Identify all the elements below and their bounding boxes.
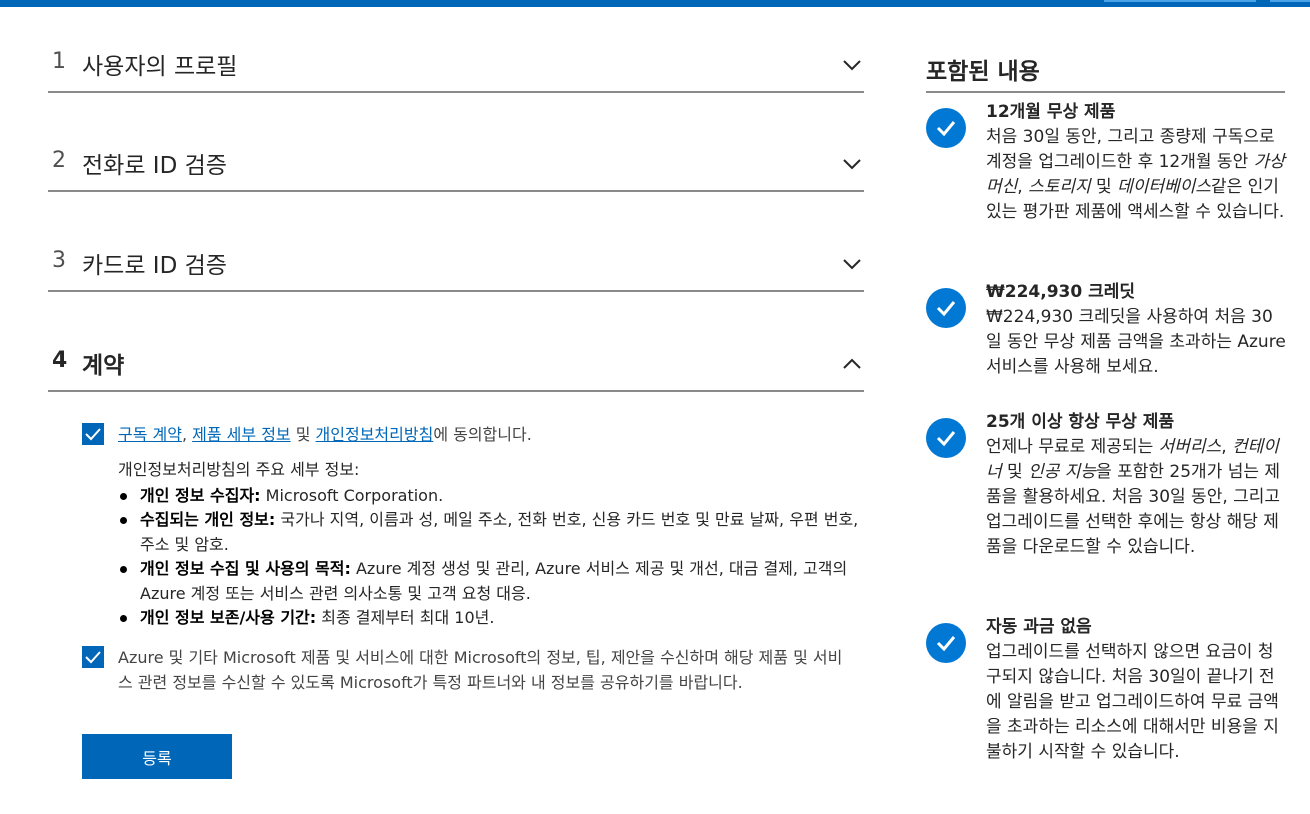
marketing-consent-text: Azure 및 기타 Microsoft 제품 및 서비스에 대한 Micros… [118,648,843,692]
step-title: 카드로 ID 검증 [82,253,227,279]
benefit-text: 25개 이상 항상 무상 제품 언제나 무료로 제공되는 서버리스, 컨테이너 및… [986,410,1286,560]
agreement-checkbox[interactable] [82,423,104,445]
offer-details-link[interactable]: 제품 세부 정보 [192,425,291,444]
privacy-summary: 개인정보처리방침의 주요 세부 정보: 개인 정보 수집자: Microsoft… [118,458,863,631]
step-title: 계약 [82,353,125,379]
step-title: 사용자의 프로필 [82,54,238,80]
privacy-item-label: 개인 정보 수집 및 사용의 목적: [140,559,351,578]
privacy-item-text: Microsoft Corporation. [260,485,444,505]
benefit-text: ₩224,930 크레딧 ₩224,930 크레딧을 사용하여 처음 30일 동안… [986,280,1286,380]
benefit-emphasis: 데이터베이스 [1117,177,1211,197]
benefit-desc: 언제나 무료로 제공되는 [986,437,1159,457]
consent-suffix: 에 동의합니다. [433,425,532,444]
sign-up-button[interactable]: 등록 [82,734,232,779]
privacy-item: 수집되는 개인 정보: 국가나 지역, 이름과 성, 메일 주소, 전화 번호,… [118,508,863,557]
benefit-emphasis: 인공 지능 [1028,462,1097,482]
benefit-desc: 및 [1001,462,1029,482]
privacy-item-label: 수집되는 개인 정보: [140,510,276,529]
privacy-item-label: 개인 정보 보존/사용 기간: [140,608,317,627]
checkmark-icon [85,428,101,441]
agreement-consent-text: 구독 계약, 제품 세부 정보 및 개인정보처리방침에 동의합니다. [118,423,532,447]
benefit-desc: , [1017,177,1029,197]
privacy-item: 개인 정보 보존/사용 기간: 최종 결제부터 최대 10년. [118,606,863,631]
checkmark-icon [85,651,101,664]
separator-text: 및 [290,425,316,444]
privacy-item-text: 최종 결제부터 최대 10년. [316,608,495,627]
check-circle-icon [926,623,966,663]
benefit-emphasis: 서버리스 [1158,437,1222,457]
privacy-policy-link[interactable]: 개인정보처리방침 [316,425,434,444]
check-circle-icon [926,108,966,148]
benefit-text: 자동 과금 없음업그레이드를 선택하지 않으면 요금이 청구되지 않습니다. 처… [986,615,1286,765]
privacy-item: 개인 정보 수집 및 사용의 목적: Azure 계정 생성 및 관리, Azu… [118,557,863,606]
benefit-desc: ₩224,930 크레딧을 사용하여 처음 30일 동안 무상 제품 금액을 초… [986,307,1286,377]
subscription-agreement-link[interactable]: 구독 계약 [118,425,182,444]
chevron-down-icon[interactable] [842,55,862,75]
benefit-emphasis: 스토리지 [1028,177,1091,197]
benefit-title: 자동 과금 없음 [986,617,1092,637]
benefit-desc: 처음 30일 동안, 그리고 종량제 구독으로 계정을 업그레이드한 후 12개… [986,127,1275,172]
benefit-title: ₩224,930 크레딧 [986,282,1136,302]
step-number: 2 [52,148,66,173]
included-heading: 포함된 내용 [926,52,1285,93]
benefit-desc: 업그레이드를 선택하지 않으면 요금이 청구되지 않습니다. 처음 30일이 끝… [986,642,1279,762]
chevron-down-icon[interactable] [842,254,862,274]
marketing-consent-checkbox[interactable] [82,646,104,668]
top-bar-highlight [1104,0,1256,2]
check-circle-icon [926,288,966,328]
privacy-list: 개인 정보 수집자: Microsoft Corporation. 수집되는 개… [118,484,863,631]
step-number: 1 [52,49,66,74]
check-circle-icon [926,418,966,458]
privacy-item: 개인 정보 수집자: Microsoft Corporation. [118,484,863,509]
top-bar-highlight [1270,0,1310,2]
step-number: 3 [52,248,66,273]
step-card-verification[interactable]: 3 카드로 ID 검증 [48,242,864,292]
benefit-title: 12개월 무상 제품 [986,102,1116,122]
step-title: 전화로 ID 검증 [82,153,227,179]
top-accent-bar [0,0,1310,7]
step-agreement[interactable]: 4 계약 [48,342,864,392]
step-number: 4 [52,348,68,373]
benefit-text: 12개월 무상 제품처음 30일 동안, 그리고 종량제 구독으로 계정을 업그… [986,100,1286,225]
benefit-title: 25개 이상 항상 무상 제품 [986,412,1175,432]
chevron-up-icon[interactable] [842,354,862,374]
privacy-item-label: 개인 정보 수집자: [140,485,261,505]
benefit-desc: , [1221,437,1232,457]
chevron-down-icon[interactable] [842,154,862,174]
step-phone-verification[interactable]: 2 전화로 ID 검증 [48,142,864,192]
step-profile[interactable]: 1 사용자의 프로필 [48,43,864,93]
separator-text: , [181,425,193,444]
privacy-heading: 개인정보처리방침의 주요 세부 정보: [118,460,360,479]
benefit-desc: 및 [1090,177,1118,197]
